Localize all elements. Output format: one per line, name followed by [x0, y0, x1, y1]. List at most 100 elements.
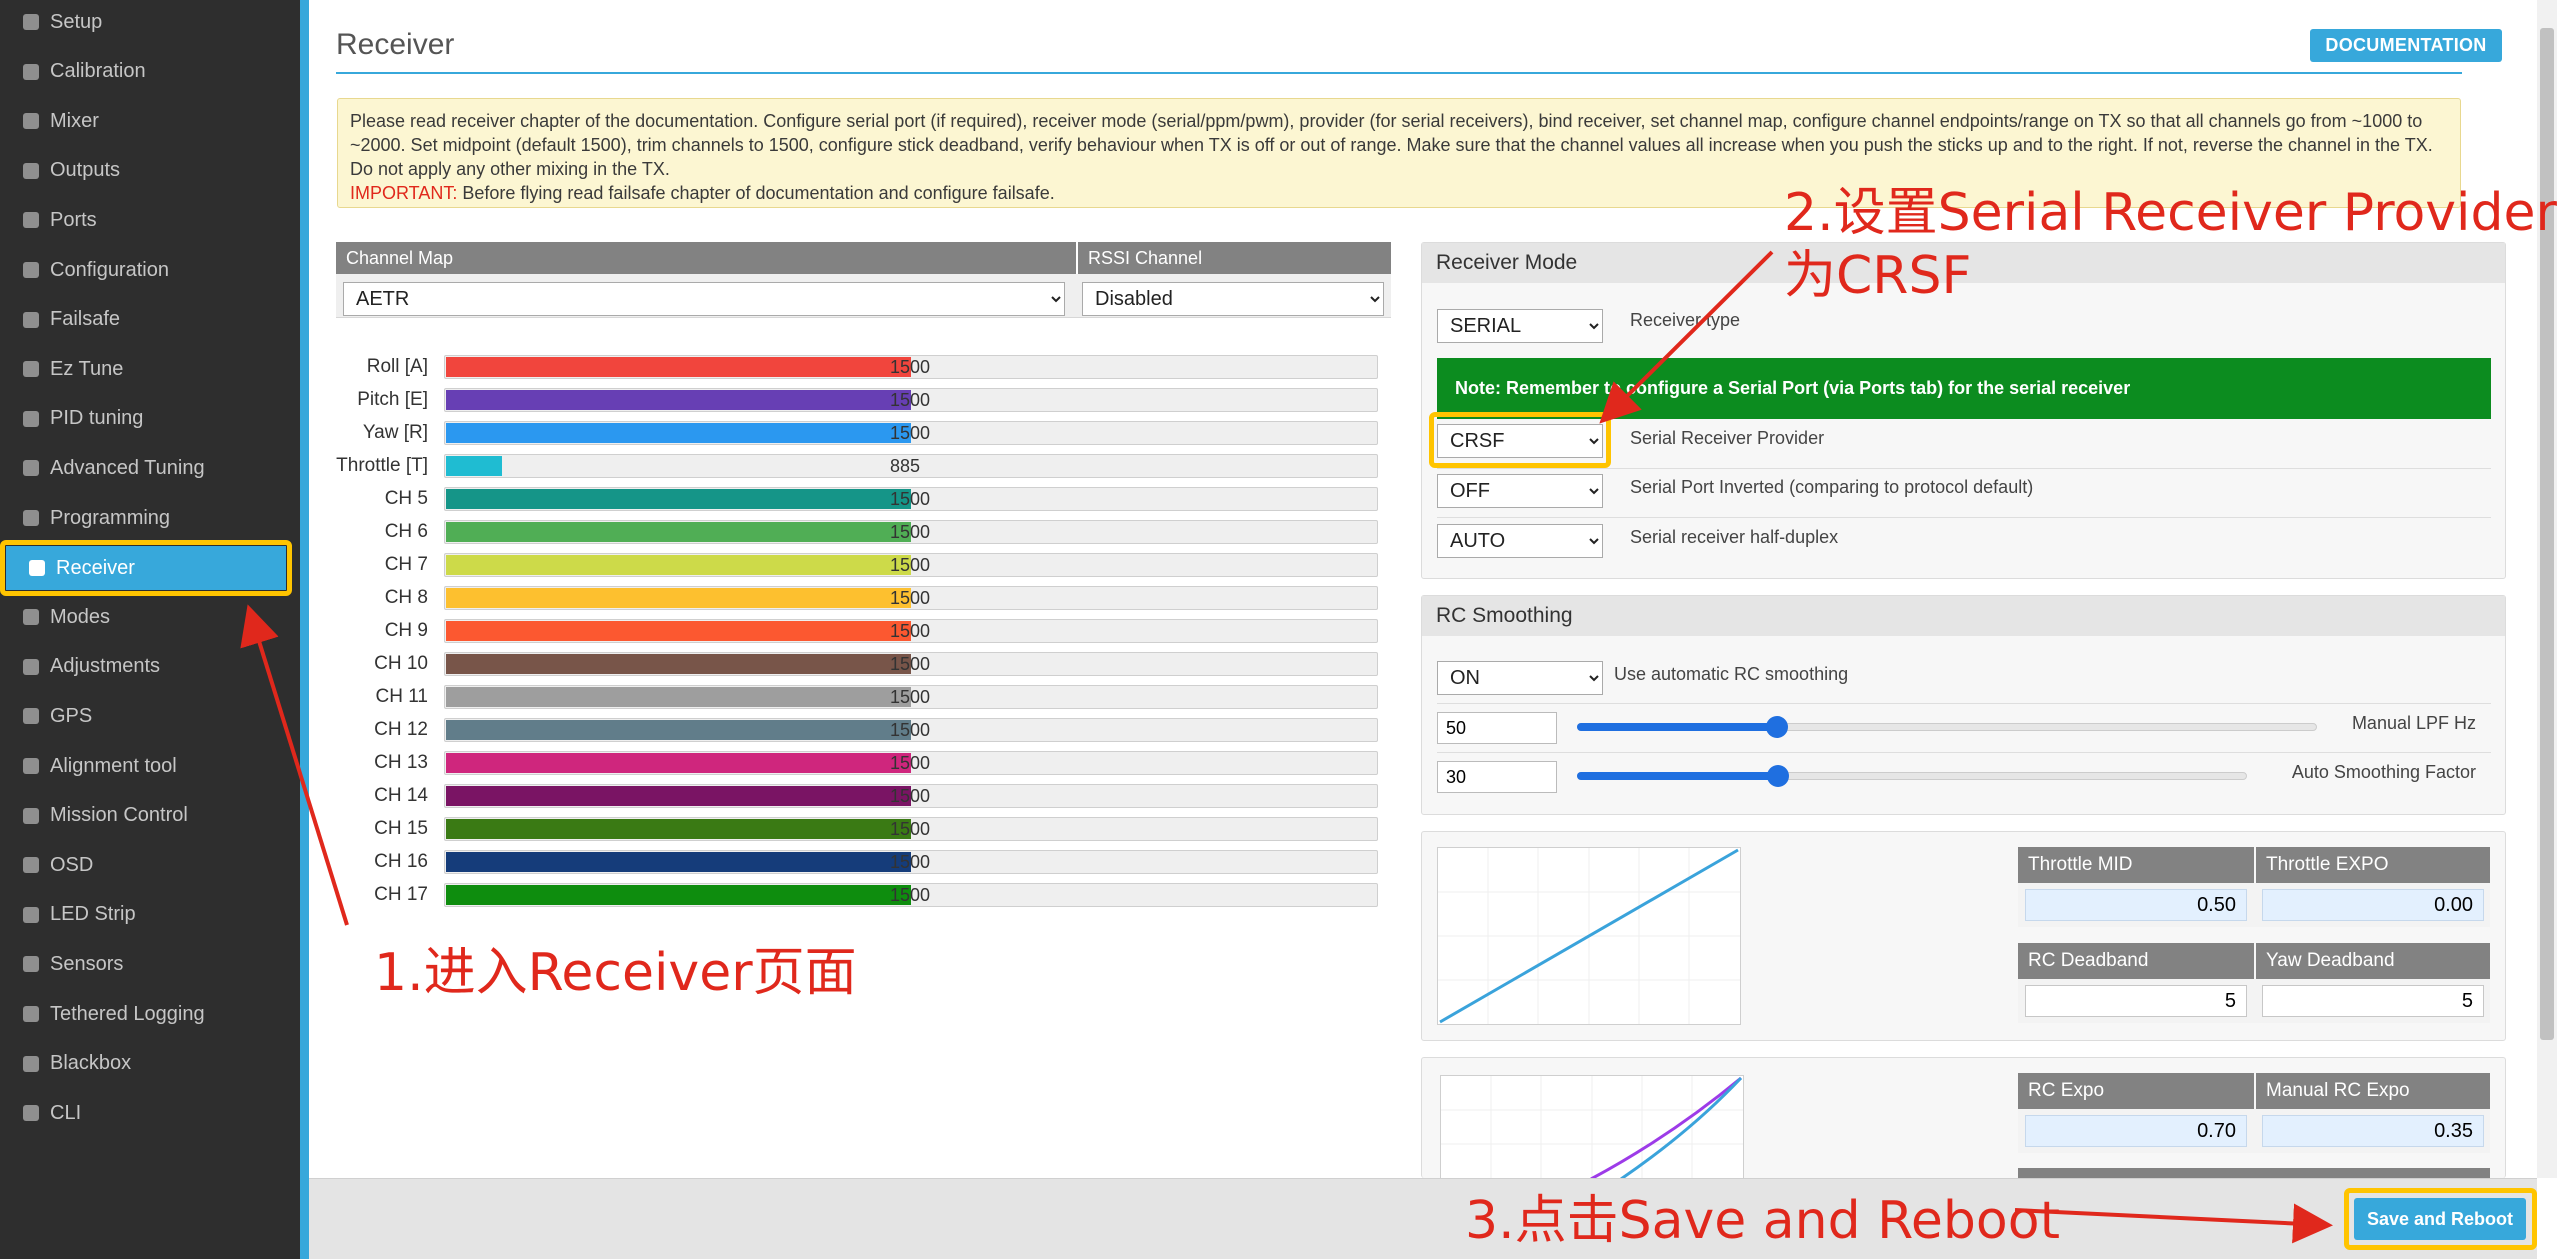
channel-label: CH 16 — [374, 851, 428, 872]
serial-inverted-select[interactable]: OFF — [1437, 474, 1603, 508]
sidebar-item-alignment-tool[interactable]: Alignment tool — [0, 744, 292, 788]
provider-highlight-box — [1429, 412, 1611, 468]
sidebar-item-ports[interactable]: Ports — [0, 198, 292, 242]
sidebar-item-calibration[interactable]: Calibration — [0, 50, 292, 94]
sidebar-item-sensors[interactable]: Sensors — [0, 942, 292, 986]
led-icon — [20, 904, 42, 926]
advanced-tuning-icon — [20, 457, 42, 479]
throttle-curve-graph — [1437, 847, 1741, 1025]
channel-map-select[interactable]: AETR — [343, 282, 1065, 316]
sidebar-item-advanced-tuning[interactable]: Advanced Tuning — [0, 446, 292, 490]
channel-bar-fill — [446, 555, 911, 575]
sidebar-item-label: Ports — [50, 208, 97, 231]
sidebar-item-label: Setup — [50, 10, 103, 33]
channel-value: 1500 — [890, 588, 931, 608]
sidebar-item-gps[interactable]: GPS — [0, 694, 292, 738]
smoothing-factor-slider-handle[interactable] — [1767, 765, 1789, 787]
throttle-expo-input[interactable] — [2262, 889, 2484, 921]
channel-value: 1500 — [890, 852, 931, 872]
throttle-mid-input[interactable] — [2025, 889, 2247, 921]
sidebar-item-tethered-logging[interactable]: Tethered Logging — [0, 992, 292, 1036]
sidebar-item-outputs[interactable]: Outputs — [0, 149, 292, 193]
rates-curve-graph — [1440, 1075, 1744, 1181]
channel-bar-fill — [446, 720, 911, 740]
rc-rate-curve — [1590, 1076, 1742, 1181]
channel-value: 885 — [890, 456, 921, 476]
sidebar-item-label: Failsafe — [50, 308, 121, 331]
documentation-button[interactable]: DOCUMENTATION — [2310, 29, 2502, 62]
sidebar-item-label: Outputs — [50, 159, 121, 182]
yaw-deadband-input[interactable] — [2262, 985, 2484, 1017]
rssi-channel-header: RSSI Channel — [1076, 242, 1391, 274]
rc-smoothing-header: RC Smoothing — [1422, 596, 2505, 636]
step2-annotation-line2: 为CRSF — [1784, 246, 1972, 306]
sidebar-item-failsafe[interactable]: Failsafe — [0, 298, 292, 342]
smoothing-factor-slider-fill — [1577, 772, 1778, 780]
rates-curve-svg — [1441, 1076, 1743, 1181]
compass-icon — [20, 755, 42, 777]
half-duplex-label: Serial receiver half-duplex — [1630, 527, 1839, 547]
channel-label: CH 10 — [374, 653, 428, 674]
sidebar-item-label: Alignment tool — [50, 754, 177, 777]
sidebar-item-mixer[interactable]: Mixer — [0, 99, 292, 143]
sidebar-item-label: Mixer — [50, 109, 99, 132]
manual-lpf-input[interactable] — [1437, 712, 1557, 744]
next-table-header — [2018, 1168, 2490, 1178]
channel-bar-fill — [446, 588, 911, 608]
channel-label: Yaw [R] — [362, 422, 428, 443]
log-icon — [20, 1003, 42, 1025]
sidebar-item-adjustments[interactable]: Adjustments — [0, 645, 292, 689]
channel-bar-fill — [446, 786, 911, 806]
rc-deadband-input[interactable] — [2025, 985, 2247, 1017]
sidebar-item-modes[interactable]: Modes — [0, 595, 292, 639]
sidebar-item-label: Ez Tune — [50, 357, 124, 380]
step1-annotation: 1.进入Receiver页面 — [374, 943, 857, 1003]
row-divider — [1437, 517, 2491, 518]
save-highlight-box — [2344, 1188, 2537, 1250]
channel-bar-fill — [446, 621, 911, 641]
rc-expo-input[interactable] — [2025, 1115, 2247, 1147]
manual-rc-expo-input[interactable] — [2262, 1115, 2484, 1147]
channel-label: CH 7 — [384, 554, 428, 575]
channel-label: CH 14 — [374, 785, 428, 806]
channel-label: CH 13 — [374, 752, 428, 773]
rc-smoothing-label: Use automatic RC smoothing — [1614, 664, 1849, 684]
smoothing-factor-input[interactable] — [1437, 761, 1557, 793]
receiver-type-select[interactable]: SERIAL — [1437, 309, 1603, 343]
channel-value: 1500 — [890, 786, 931, 806]
receiver-type-label: Receiver type — [1630, 310, 1741, 330]
sidebar-item-label: OSD — [50, 853, 94, 876]
manual-lpf-slider-handle[interactable] — [1766, 716, 1788, 738]
sidebar-item-configuration[interactable]: Configuration — [0, 248, 292, 292]
channel-value: 1500 — [890, 522, 931, 542]
sidebar-item-programming[interactable]: Programming — [0, 496, 292, 540]
throttle-mid-header: Throttle MID — [2018, 847, 2254, 883]
sidebar-item-blackbox[interactable]: Blackbox — [0, 1042, 292, 1086]
osd-icon — [20, 854, 42, 876]
sidebar-item-ez-tune[interactable]: Ez Tune — [0, 347, 292, 391]
half-duplex-select[interactable]: AUTO — [1437, 524, 1603, 558]
title-divider — [336, 72, 2462, 74]
notice-important-label: IMPORTANT: — [350, 183, 458, 203]
rssi-channel-select[interactable]: Disabled — [1082, 282, 1384, 316]
manual-rc-expo-header: Manual RC Expo — [2256, 1073, 2490, 1109]
sidebar-item-osd[interactable]: OSD — [0, 843, 292, 887]
notice-important-text: Before flying read failsafe chapter of d… — [457, 183, 1055, 203]
channel-label: CH 9 — [384, 620, 428, 641]
sidebar-item-label: Advanced Tuning — [50, 456, 205, 479]
row-divider — [1437, 468, 2491, 469]
gear-icon — [20, 259, 42, 281]
sidebar-item-mission-control[interactable]: Mission Control — [0, 794, 292, 838]
manual-lpf-slider-fill — [1577, 723, 1777, 731]
sidebar-item-led-strip[interactable]: LED Strip — [0, 893, 292, 937]
serial-provider-label: Serial Receiver Provider — [1630, 428, 1825, 448]
channel-value: 1500 — [890, 357, 931, 377]
rc-smoothing-select[interactable]: ON — [1437, 661, 1603, 695]
channel-value: 1500 — [890, 753, 931, 773]
sidebar-item-cli[interactable]: CLI — [0, 1091, 292, 1135]
sidebar-item-pid-tuning[interactable]: PID tuning — [0, 397, 292, 441]
channel-bar-fill — [446, 357, 911, 377]
sidebar-item-setup[interactable]: Setup — [0, 0, 292, 44]
channel-bar-fill — [446, 852, 911, 872]
manual-lpf-label: Manual LPF Hz — [2351, 713, 2476, 733]
